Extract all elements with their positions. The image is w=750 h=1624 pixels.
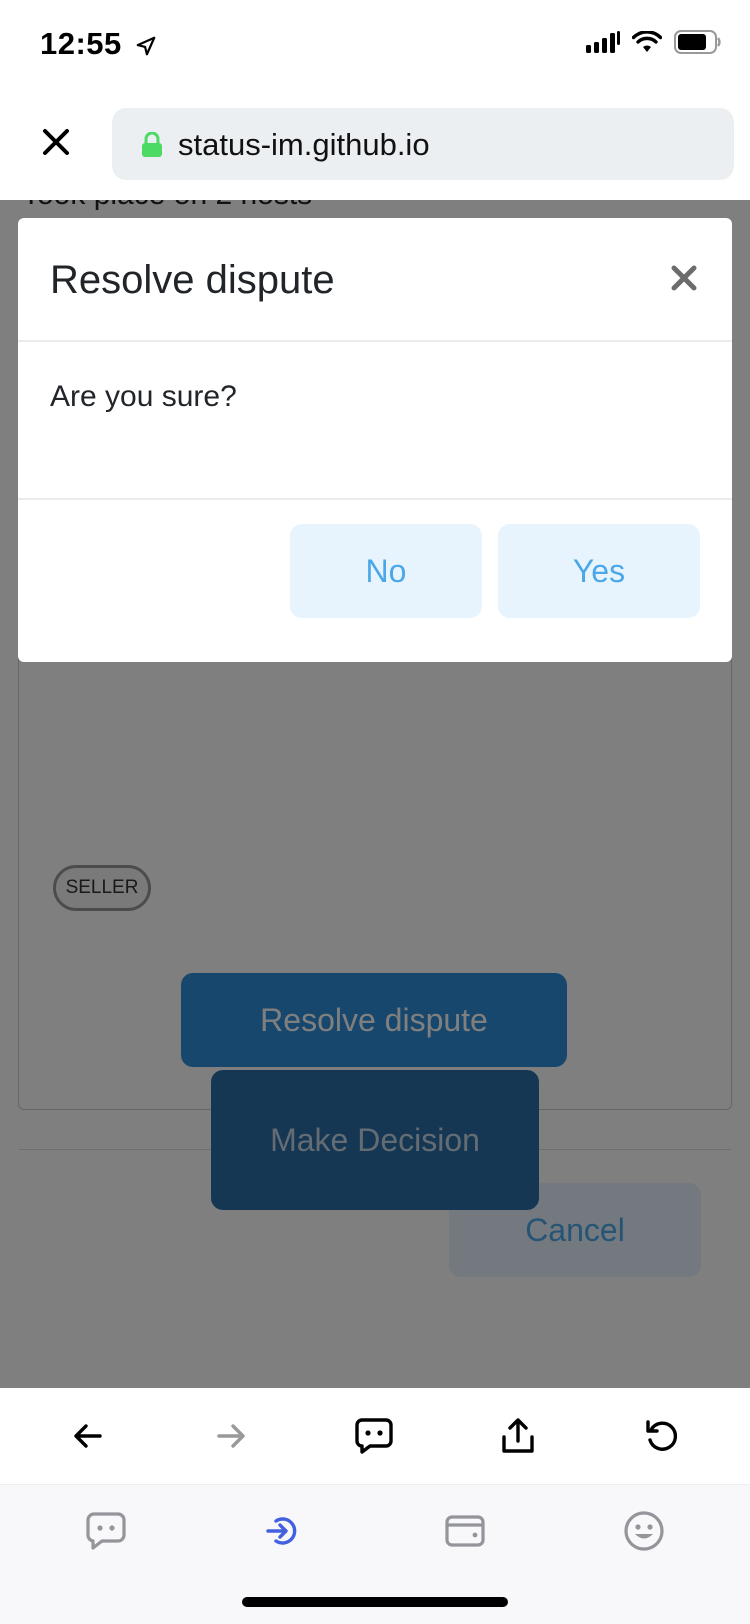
home-indicator xyxy=(242,1597,508,1607)
status-time: 12:55 xyxy=(40,26,157,62)
close-dialog-icon[interactable] xyxy=(670,264,698,292)
confirm-dialog: Resolve dispute Are you sure? No Yes xyxy=(18,218,732,662)
back-arrow-icon xyxy=(74,1424,102,1448)
browser-tab-icon[interactable] xyxy=(264,1509,308,1553)
lock-icon xyxy=(142,132,162,157)
forward-button[interactable] xyxy=(209,1414,253,1458)
battery-icon xyxy=(674,30,721,54)
wallet-tab-icon[interactable] xyxy=(443,1509,487,1553)
dialog-body: Are you sure? xyxy=(18,342,732,500)
dialog-message: Are you sure? xyxy=(50,380,237,413)
no-button[interactable]: No xyxy=(290,524,482,618)
web-content: Took place on 2 hosts SELLER Resolve dis… xyxy=(0,200,750,1388)
share-button[interactable] xyxy=(496,1414,540,1458)
chat-tab-icon[interactable] xyxy=(84,1509,128,1553)
url-field[interactable]: status-im.github.io xyxy=(112,108,734,180)
forward-arrow-icon xyxy=(217,1424,245,1448)
url-text: status-im.github.io xyxy=(178,127,430,162)
close-icon[interactable] xyxy=(38,124,74,160)
chat-icon xyxy=(355,1418,393,1454)
chat-button[interactable] xyxy=(352,1414,396,1458)
yes-button[interactable]: Yes xyxy=(498,524,700,618)
reload-button[interactable] xyxy=(640,1414,684,1458)
back-button[interactable] xyxy=(66,1414,110,1458)
cellular-signal-icon xyxy=(586,31,620,53)
share-icon xyxy=(502,1418,534,1453)
status-bar: 12:55 xyxy=(0,0,750,92)
status-icons xyxy=(586,30,722,54)
location-arrow-icon xyxy=(136,36,156,56)
status-time-text: 12:55 xyxy=(40,26,122,61)
app-tab-bar xyxy=(0,1484,750,1624)
dialog-title: Resolve dispute xyxy=(50,258,335,302)
profile-tab-icon[interactable] xyxy=(622,1509,666,1553)
browser-url-bar: status-im.github.io xyxy=(0,92,750,200)
dialog-header: Resolve dispute xyxy=(18,218,732,342)
reload-icon xyxy=(646,1420,678,1451)
browser-toolbar xyxy=(0,1388,750,1484)
wifi-icon xyxy=(632,31,662,52)
